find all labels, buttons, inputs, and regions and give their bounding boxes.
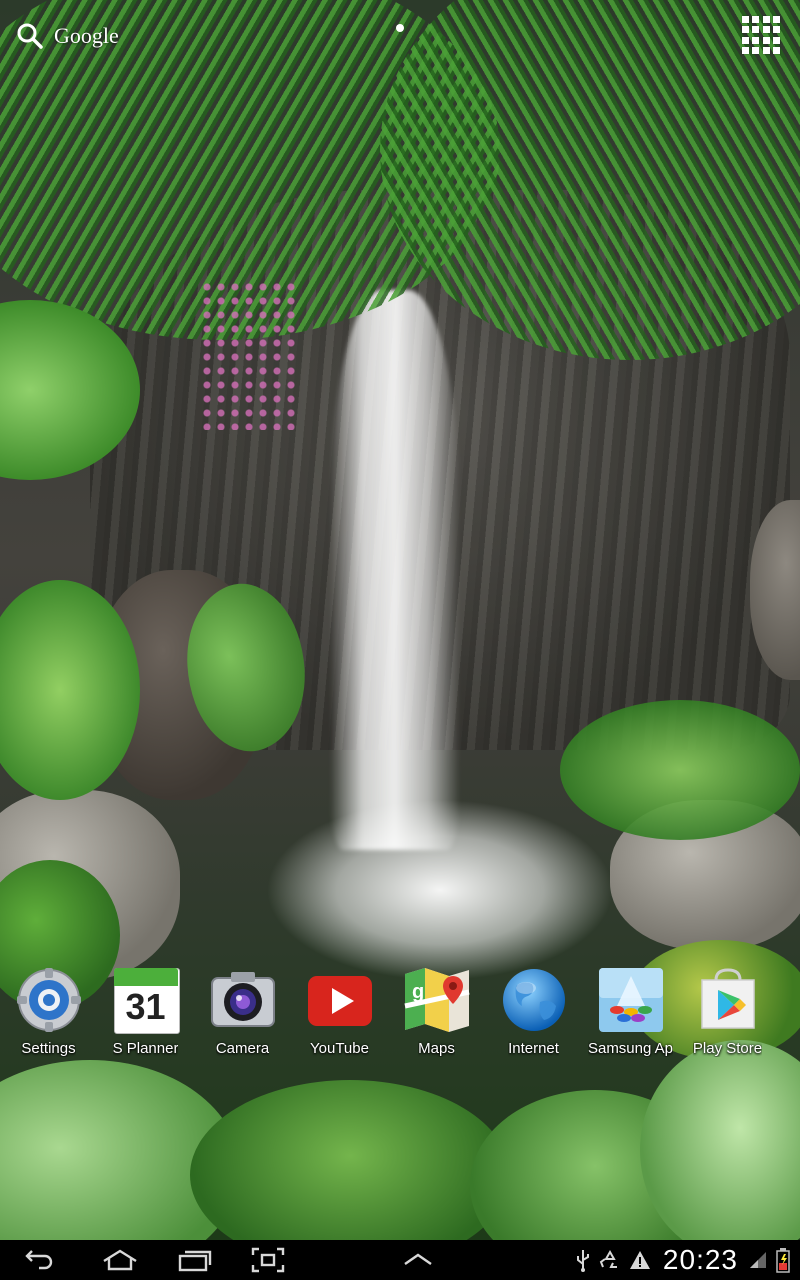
globe-icon [502,969,565,1031]
back-icon [25,1250,53,1270]
play-store-icon [700,968,755,1029]
camera-icon [210,972,275,1027]
wallpaper-bush [190,1080,510,1240]
wallpaper-plant [560,700,800,840]
app-play-store[interactable]: Play Store [679,966,776,1066]
app-s-planner[interactable]: 31 S Planner [97,966,194,1066]
recycle-icon [599,1249,617,1268]
quick-panel-button[interactable] [388,1240,448,1280]
recent-apps-icon [178,1250,212,1272]
search-icon [17,23,43,49]
app-label: Camera [215,1040,270,1057]
svg-text:g: g [412,981,424,1003]
app-samsung-apps[interactable]: Samsung Ap [582,966,679,1066]
app-label: Settings [21,1040,76,1057]
chevron-up-icon [404,1253,432,1265]
app-settings[interactable]: Settings [0,966,97,1066]
screenshot-button[interactable] [238,1240,298,1280]
app-youtube[interactable]: YouTube [291,966,388,1066]
recent-apps-button[interactable] [164,1240,224,1280]
app-camera[interactable]: Camera [194,966,291,1066]
app-label: YouTube [310,1040,369,1057]
wallpaper-bush [640,1040,800,1240]
google-search-label: Google [54,23,119,48]
calendar-day: 31 [125,986,166,1027]
system-navigation-bar: 20:23 [0,1240,800,1280]
app-internet[interactable]: Internet [485,966,582,1066]
calendar-icon: 31 [112,966,180,1034]
wallpaper-waterfall-stream [330,290,460,850]
home-shortcuts-row: Settings 31 S Planner Camera YouTube g M… [0,966,800,1066]
page-indicator-dot [396,24,404,32]
status-clock: 20:23 [662,1244,738,1275]
maps-icon: g [403,968,470,1032]
youtube-icon [307,976,372,1026]
apps-grid-button[interactable] [742,16,780,54]
google-search-bar[interactable]: Google [16,20,119,52]
app-label: Play Store [692,1040,763,1057]
app-label: Samsung Ap [587,1040,674,1057]
settings-icon [16,968,81,1032]
app-label: Internet [508,1040,559,1057]
signal-icon [750,1252,766,1268]
wallpaper-flowers [200,280,300,430]
usb-icon [576,1250,589,1272]
app-maps[interactable]: g Maps [388,966,485,1066]
app-label: S Planner [112,1040,179,1057]
screenshot-icon [251,1247,285,1273]
samsung-apps-icon [598,968,663,1032]
back-button[interactable] [8,1240,68,1280]
app-label: Maps [418,1040,455,1057]
battery-icon [776,1248,790,1273]
warning-icon [629,1251,650,1269]
home-button[interactable] [90,1240,150,1280]
home-icon [103,1249,137,1271]
